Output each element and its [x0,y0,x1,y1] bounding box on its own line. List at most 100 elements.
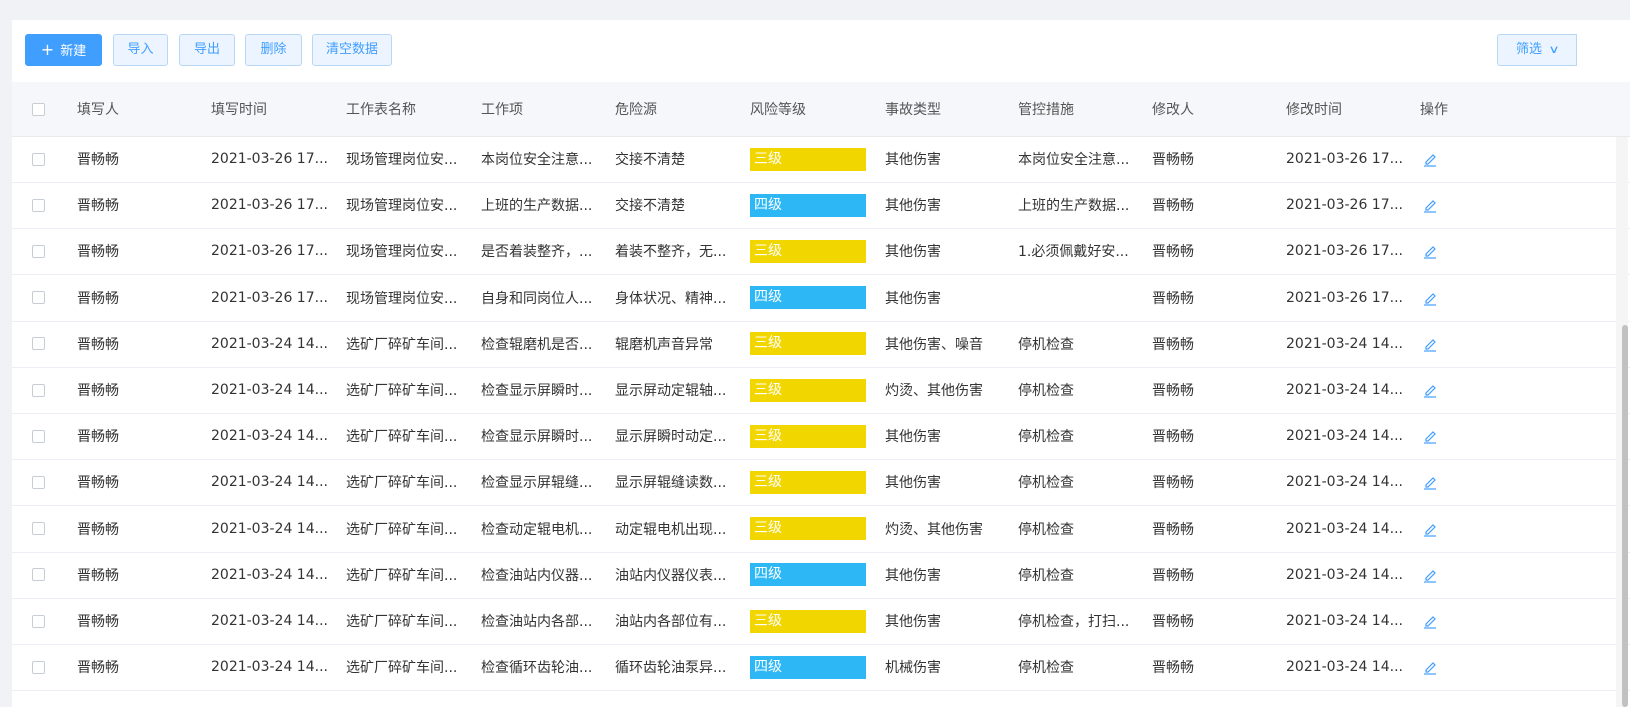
modify-time-cell: 2021-03-24 14... [1286,659,1403,676]
column-header: 事故类型 [885,102,941,118]
edit-icon[interactable] [1422,290,1438,306]
work-item-cell: 检查显示屏瞬时... [481,429,593,446]
table-row[interactable]: 晋畅畅 2021-03-24 14... 选矿厂碎矿车间... 检查油站内各部... 油… [12,598,1630,645]
sheet-name-cell: 现场管理岗位安... [346,152,458,168]
modifier-cell: 晋畅畅 [1152,614,1194,630]
table-row[interactable]: 晋畅畅 2021-03-24 14... 选矿厂碎矿车间... 检查循环齿轮油... 循… [12,644,1630,692]
edit-icon[interactable] [1422,197,1438,213]
hazard-source-cell: 交接不清楚 [615,152,685,168]
row-checkbox[interactable] [32,429,45,443]
scrollbar-thumb[interactable] [1622,325,1628,707]
control-measure-cell: 上班的生产数据... [1018,198,1130,215]
accident-type-cell: 其他伤害、噪音 [885,336,983,353]
risk-level-badge: 三级 [750,470,866,494]
table-row[interactable]: 晋畅畅 2021-03-24 14... 选矿厂碎矿车间... 检查显示屏瞬时... 显… [12,367,1630,414]
accident-type-cell: 其他伤害 [885,152,941,168]
modifier-cell: 晋畅畅 [1152,383,1194,399]
fill-time-cell: 2021-03-24 14... [211,659,328,676]
row-checkbox[interactable] [32,522,45,536]
table-row[interactable]: 晋畅畅 2021-03-24 14... 选矿厂碎矿车间... 检查显示屏辊缝... 显… [12,459,1630,507]
table-row[interactable]: 晋畅畅 2021-03-24 14... 选矿厂碎矿车间... 检查显示屏瞬时... 显… [12,413,1630,461]
sheet-name-cell: 选矿厂碎矿车间... [346,567,458,584]
work-item-cell: 检查循环齿轮油... [481,660,593,677]
row-checkbox[interactable] [32,475,45,489]
filler-cell: 晋畅畅 [77,660,119,677]
work-item-cell: 本岗位安全注意... [481,152,593,168]
new-button[interactable]: + 新建 [25,34,102,66]
edit-icon[interactable] [1422,521,1438,537]
hazard-source-cell: 油站内各部位有... [615,614,727,630]
control-measure-cell: 停机检查 [1018,475,1074,492]
row-checkbox[interactable] [32,152,45,166]
row-checkbox[interactable] [32,568,45,582]
row-checkbox[interactable] [32,291,45,305]
sheet-name-cell: 选矿厂碎矿车间... [346,383,458,399]
accident-type-cell: 灼烫、其他伤害 [885,521,983,538]
accident-type-cell: 其他伤害 [885,567,941,584]
row-checkbox[interactable] [32,337,45,351]
modifier-cell: 晋畅畅 [1152,521,1194,538]
modify-time-cell: 2021-03-24 14... [1286,613,1403,629]
edit-icon[interactable] [1422,474,1438,490]
risk-level-badge: 四级 [750,563,866,587]
work-item-cell: 检查显示屏瞬时... [481,383,593,399]
risk-level-badge: 三级 [750,332,866,356]
column-header: 填写人 [77,102,119,118]
edit-icon[interactable] [1422,428,1438,444]
operation-cell [1422,644,1452,690]
operation-cell [1422,413,1452,459]
control-measure-cell: 停机检查 [1018,383,1074,399]
edit-icon[interactable] [1422,336,1438,352]
fill-time-cell: 2021-03-24 14... [211,335,328,352]
row-checkbox-cell [32,552,52,598]
filter-button[interactable]: 筛选 ∨ [1497,34,1577,66]
accident-type-cell: 其他伤害 [885,198,941,215]
sheet-name-cell: 选矿厂碎矿车间... [346,475,458,492]
row-checkbox[interactable] [32,383,45,397]
filler-cell: 晋畅畅 [77,429,119,446]
modify-time-cell: 2021-03-26 17... [1286,289,1403,306]
fill-time-cell: 2021-03-26 17... [211,243,328,260]
modify-time-cell: 2021-03-24 14... [1286,428,1403,445]
edit-icon[interactable] [1422,567,1438,583]
row-checkbox[interactable] [32,244,45,258]
row-checkbox[interactable] [32,660,45,674]
row-checkbox[interactable] [32,614,45,628]
edit-icon[interactable] [1422,613,1438,629]
operation-cell [1422,182,1452,228]
risk-level-cell: 四级 [750,182,875,228]
export-button[interactable]: 导出 [179,34,235,66]
table-row[interactable]: 晋畅畅 2021-03-26 17... 现场管理岗位安... 上班的生产数据... 交… [12,182,1630,230]
table-row[interactable]: 晋畅畅 2021-03-24 14... 选矿厂碎矿车间... 检查油站内仪器... 油… [12,552,1630,599]
control-measure-cell: 停机检查，打扫... [1018,614,1130,630]
sheet-name-cell: 选矿厂碎矿车间... [346,429,458,446]
edit-icon[interactable] [1422,659,1438,675]
row-checkbox-cell [32,136,52,182]
risk-level-cell: 三级 [750,367,875,413]
clear-data-button[interactable]: 清空数据 [312,34,392,66]
sheet-name-cell: 现场管理岗位安... [346,290,458,307]
delete-button[interactable]: 删除 [245,34,302,66]
operation-cell [1422,367,1452,413]
select-all-checkbox[interactable] [32,102,45,116]
row-checkbox-cell [32,459,52,505]
import-button[interactable]: 导入 [113,34,168,66]
modifier-cell: 晋畅畅 [1152,660,1194,677]
accident-type-cell: 其他伤害 [885,244,941,261]
table-row[interactable]: 晋畅畅 2021-03-26 17... 现场管理岗位安... 本岗位安全注意... 交… [12,136,1630,183]
table-row[interactable]: 晋畅畅 2021-03-26 17... 现场管理岗位安... 是否着装整齐，... 着… [12,228,1630,276]
table-row[interactable]: 晋畅畅 2021-03-26 17... 现场管理岗位安... 自身和同岗位人... 身… [12,275,1630,322]
table-row[interactable]: 晋畅畅 2021-03-24 14... 选矿厂碎矿车间... 检查辊磨机是否... 辊… [12,321,1630,368]
filler-cell: 晋畅畅 [77,290,119,307]
modifier-cell: 晋畅畅 [1152,567,1194,584]
hazard-source-cell: 显示屏动定辊轴... [615,383,727,399]
modifier-cell: 晋畅畅 [1152,336,1194,353]
table-row[interactable]: 晋畅畅 2021-03-24 14... 选矿厂碎矿车间... 检查动定辊电机... 动… [12,506,1630,553]
edit-icon[interactable] [1422,151,1438,167]
risk-level-cell: 三级 [750,598,875,644]
edit-icon[interactable] [1422,382,1438,398]
row-checkbox-cell [32,367,52,413]
edit-icon[interactable] [1422,243,1438,259]
row-checkbox[interactable] [32,198,45,212]
modify-time-cell: 2021-03-24 14... [1286,474,1403,491]
